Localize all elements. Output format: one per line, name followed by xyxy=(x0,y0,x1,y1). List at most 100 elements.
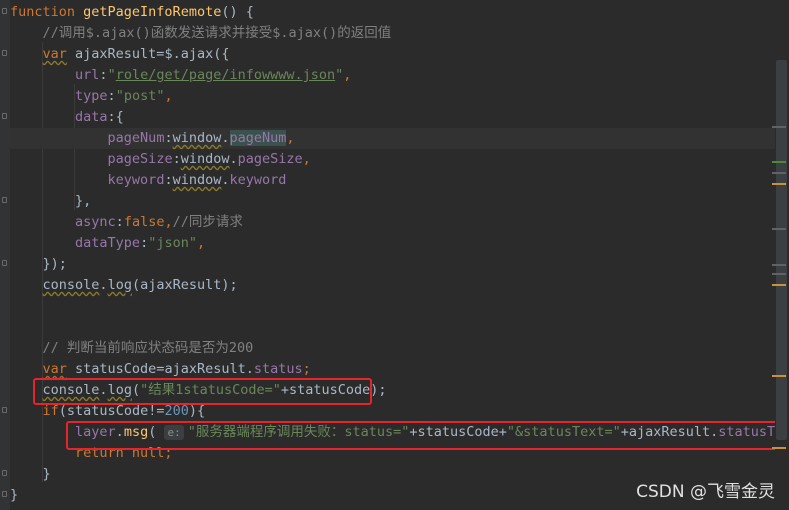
code-line[interactable]: data:{ xyxy=(10,107,124,128)
code-token: (ajaxResult); xyxy=(131,277,238,293)
code-line[interactable]: var statusCode=ajaxResult.status; xyxy=(10,359,311,380)
code-token: , xyxy=(302,151,311,167)
code-token: console xyxy=(42,277,100,293)
code-token: //调用$.ajax()函数发送请求并接受$.ajax()的返回值 xyxy=(10,25,392,41)
code-line[interactable]: pageSize:window.pageSize, xyxy=(10,149,311,170)
code-token: ){ xyxy=(188,403,206,419)
code-token: if xyxy=(42,403,59,419)
code-token: , xyxy=(286,130,295,146)
code-token: pageNum xyxy=(229,130,287,146)
code-token: , xyxy=(343,67,352,83)
code-token: : xyxy=(115,214,124,230)
code-line[interactable]: } xyxy=(10,464,51,485)
code-token: //同步请求 xyxy=(172,214,243,230)
watermark: CSDN @飞雪金灵 xyxy=(636,482,775,502)
code-line[interactable]: console.log(ajaxResult); xyxy=(10,275,238,296)
code-token: type xyxy=(75,88,108,104)
code-token: ajaxResult=$.ajax({ xyxy=(66,46,230,62)
highlight-box-console-log xyxy=(33,378,372,405)
code-line[interactable]: }); xyxy=(10,254,67,275)
code-token: window xyxy=(172,130,222,146)
code-token: : xyxy=(99,67,108,83)
code-token: statusCode!= xyxy=(66,403,165,419)
fold-marker-icon[interactable] xyxy=(2,491,7,497)
scroll-marker[interactable] xyxy=(772,161,786,163)
code-token: : xyxy=(164,172,173,188)
scrollbar-thumb[interactable] xyxy=(776,60,787,440)
code-token: window xyxy=(180,151,230,167)
code-token: : xyxy=(172,151,181,167)
code-token: . xyxy=(221,130,230,146)
scroll-marker[interactable] xyxy=(772,284,786,286)
code-line[interactable]: type:"post", xyxy=(10,86,173,107)
scroll-marker[interactable] xyxy=(772,228,786,230)
code-line[interactable]: function getPageInfoRemote() { xyxy=(10,2,254,23)
code-line[interactable]: async:false,//同步请求 xyxy=(10,212,243,233)
code-token: var xyxy=(42,361,67,377)
code-line[interactable]: dataType:"json", xyxy=(10,233,205,254)
code-token: function xyxy=(10,4,84,20)
code-token: () { xyxy=(221,4,254,20)
scroll-marker[interactable] xyxy=(772,172,786,174)
scroll-marker[interactable] xyxy=(772,447,786,449)
code-token: getPageInfoRemote xyxy=(83,4,222,20)
fold-marker-icon[interactable] xyxy=(2,260,7,266)
code-token: "post" xyxy=(115,88,165,104)
fold-marker-icon[interactable] xyxy=(2,50,7,56)
fold-marker-icon[interactable] xyxy=(2,113,7,119)
code-token: . xyxy=(99,277,108,293)
code-line[interactable]: var ajaxResult=$.ajax({ xyxy=(10,44,230,65)
code-token: ; xyxy=(302,361,311,377)
code-line[interactable]: url:"role/get/page/infowwww.json", xyxy=(10,65,351,86)
code-line[interactable]: // 判断当前响应状态码是否为200 xyxy=(10,338,254,359)
code-token: : xyxy=(164,130,173,146)
code-token: log xyxy=(107,277,132,293)
code-line[interactable]: } xyxy=(10,485,18,506)
fold-marker-icon[interactable] xyxy=(2,470,7,476)
code-line[interactable]: keyword:window.keyword xyxy=(10,170,287,191)
code-line[interactable]: pageNum:window.pageNum, xyxy=(10,128,775,149)
code-token: "json" xyxy=(148,235,197,251)
code-token: status xyxy=(253,361,303,377)
code-token: : xyxy=(140,235,149,251)
code-token: window xyxy=(172,172,222,188)
code-token: }, xyxy=(10,193,92,209)
fold-marker-icon[interactable] xyxy=(2,407,7,413)
scroll-marker[interactable] xyxy=(772,183,786,185)
scroll-marker[interactable] xyxy=(772,126,786,128)
code-token: 200 xyxy=(164,403,189,419)
code-token: , xyxy=(196,235,206,251)
code-token: false xyxy=(123,214,165,230)
code-line[interactable]: }, xyxy=(10,191,91,212)
code-token: var xyxy=(42,46,67,62)
code-token: async xyxy=(75,214,116,230)
code-token: }); xyxy=(10,256,67,272)
scroll-marker[interactable] xyxy=(772,375,786,377)
scroll-marker[interactable] xyxy=(772,264,786,266)
editor-gutter xyxy=(0,0,10,510)
code-token: keyword xyxy=(107,172,165,188)
scroll-marker[interactable] xyxy=(772,273,786,275)
code-token: pageSize xyxy=(237,151,303,167)
code-token: data xyxy=(75,109,108,125)
code-token: : xyxy=(107,88,116,104)
fold-marker-icon[interactable] xyxy=(2,197,7,203)
code-editor[interactable]: function getPageInfoRemote() { //调用$.aja… xyxy=(0,0,789,510)
code-token: ( xyxy=(58,403,67,419)
code-token: " xyxy=(107,67,116,83)
code-line[interactable]: //调用$.ajax()函数发送请求并接受$.ajax()的返回值 xyxy=(10,23,392,44)
code-token: :{ xyxy=(107,109,124,125)
code-token: pageNum xyxy=(107,130,165,146)
code-token: keyword xyxy=(229,172,287,188)
code-token: . xyxy=(229,151,238,167)
fold-marker-icon[interactable] xyxy=(2,8,7,14)
code-token: , xyxy=(164,214,173,230)
